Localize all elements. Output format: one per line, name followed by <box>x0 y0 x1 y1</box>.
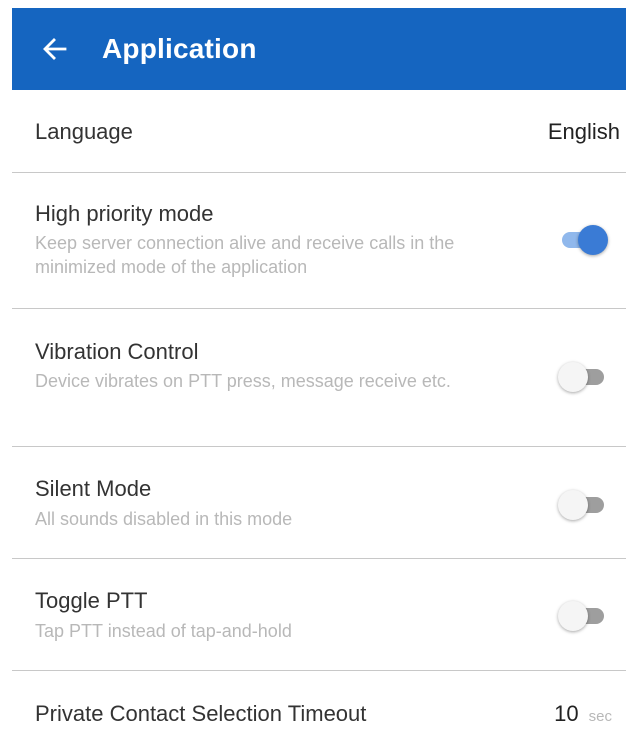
page-title: Application <box>102 33 257 64</box>
vibration-title: Vibration Control <box>35 339 199 364</box>
high-priority-toggle[interactable] <box>558 222 608 258</box>
toggle-thumb <box>578 225 608 255</box>
toggle-thumb <box>558 601 588 631</box>
vibration-row[interactable]: Vibration Control Device vibrates on PTT… <box>12 309 626 447</box>
vibration-toggle[interactable] <box>558 359 608 395</box>
private-timeout-title: Private Contact Selection Timeout <box>35 701 367 726</box>
toggle-ptt-title: Toggle PTT <box>35 588 148 613</box>
arrow-left-icon[interactable] <box>40 34 70 64</box>
silent-mode-subtitle: All sounds disabled in this mode <box>35 509 293 529</box>
toggle-ptt-row[interactable]: Toggle PTT Tap PTT instead of tap-and-ho… <box>12 559 626 671</box>
silent-mode-toggle[interactable] <box>558 487 608 523</box>
app-bar: Application <box>12 8 626 90</box>
high-priority-row[interactable]: High priority mode Keep server connectio… <box>12 173 626 309</box>
timeout-unit: sec <box>588 708 612 725</box>
high-priority-subtitle: Keep server connection alive and receive… <box>35 233 455 277</box>
settings-list: Language English High priority mode Keep… <box>12 90 626 741</box>
vibration-subtitle: Device vibrates on PTT press, message re… <box>35 371 451 391</box>
toggle-ptt-toggle[interactable] <box>558 598 608 634</box>
private-timeout-row[interactable]: Private Contact Selection Timeout 10 sec <box>12 671 626 741</box>
timeout-number: 10 <box>554 701 579 726</box>
toggle-ptt-subtitle: Tap PTT instead of tap-and-hold <box>35 621 292 641</box>
silent-mode-title: Silent Mode <box>35 476 152 501</box>
language-row[interactable]: Language English <box>12 90 626 173</box>
language-label: Language <box>35 119 133 144</box>
toggle-thumb <box>558 362 588 392</box>
high-priority-title: High priority mode <box>35 201 214 226</box>
toggle-thumb <box>558 490 588 520</box>
language-value: English <box>547 119 620 144</box>
silent-mode-row[interactable]: Silent Mode All sounds disabled in this … <box>12 447 626 559</box>
private-timeout-value[interactable]: 10 sec <box>554 701 612 727</box>
